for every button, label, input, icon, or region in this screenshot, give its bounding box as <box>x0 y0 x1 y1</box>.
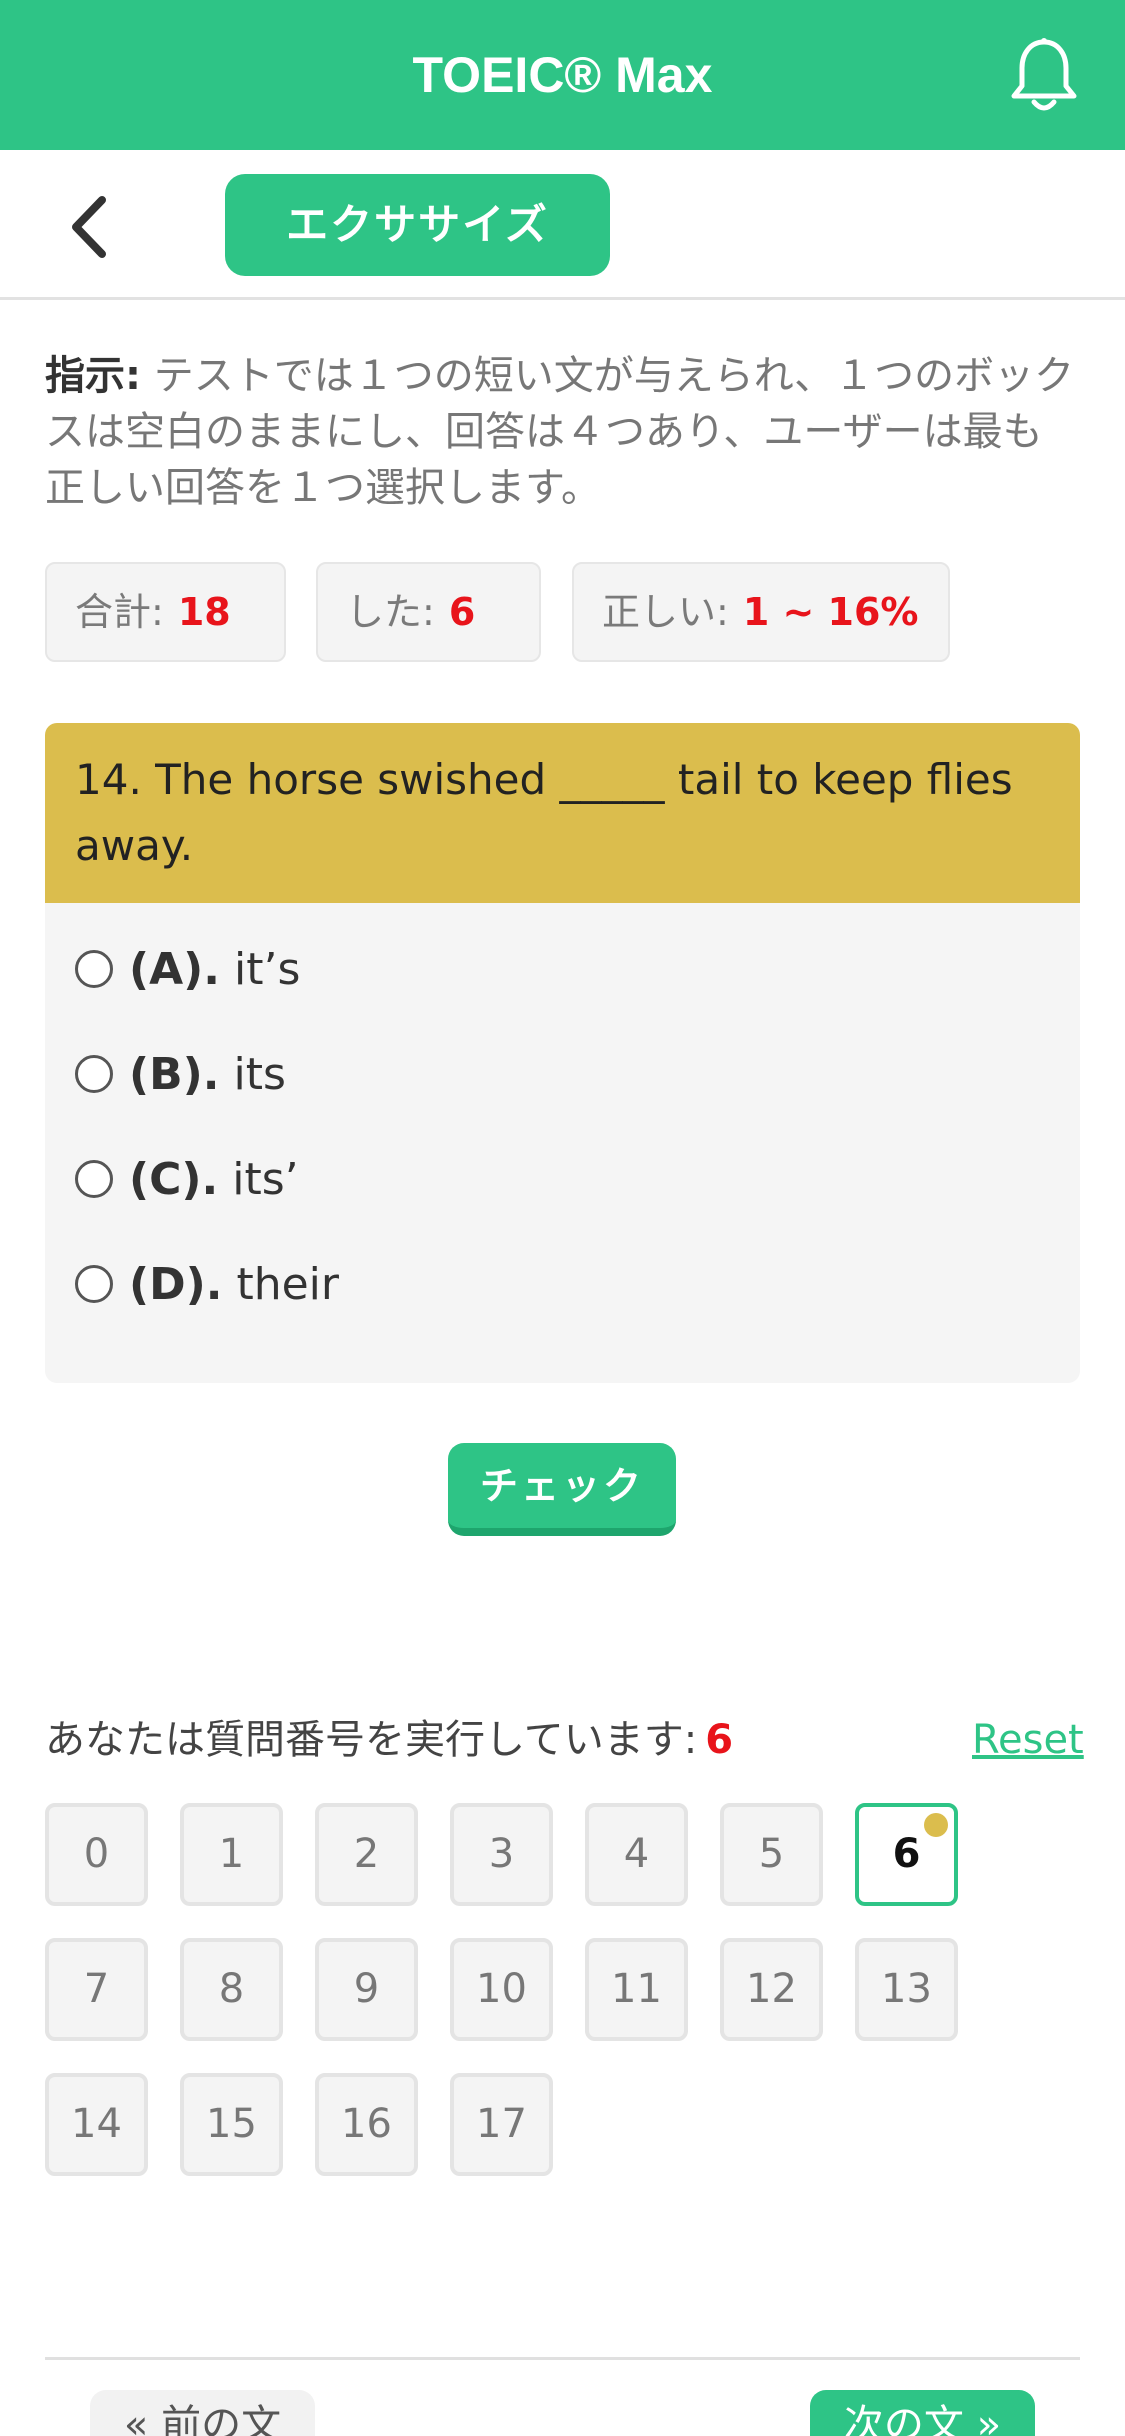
question-number-button[interactable]: 17 <box>450 2073 553 2176</box>
option-a[interactable]: (A). it’s <box>75 935 1055 1005</box>
question-number-button[interactable]: 10 <box>450 1938 553 2041</box>
question-number-button[interactable]: 11 <box>585 1938 688 2041</box>
app-title: TOEIC® Max <box>412 47 713 103</box>
question-number-button-current[interactable]: 6 <box>855 1803 958 1906</box>
option-d[interactable]: (D). their <box>75 1250 1055 1320</box>
option-letter: (D). <box>129 1259 223 1310</box>
instructions-text: 指示: テストでは１つの短い文が与えられ、１つのボックスは空白のままにし、回答は… <box>45 348 1080 516</box>
question-number-button[interactable]: 8 <box>180 1938 283 2041</box>
option-text: its <box>233 1049 286 1100</box>
previous-sentence-button[interactable]: « 前の文 <box>90 2390 315 2436</box>
reset-link[interactable]: Reset <box>972 1710 1084 1770</box>
stat-done-label: した: <box>346 590 435 634</box>
progress-label-text: あなたは質問番号を実行しています: <box>45 1717 698 1763</box>
question-number-button[interactable]: 4 <box>585 1803 688 1906</box>
stat-done: した: 6 <box>316 562 541 662</box>
stat-total-value: 18 <box>177 590 231 634</box>
option-letter: (A). <box>129 944 220 995</box>
question-number-button[interactable]: 13 <box>855 1938 958 2041</box>
app-screen: TOEIC® Max エクササイズ 指示: テストでは１つの短い文が与えられ、１… <box>0 0 1125 2436</box>
question-number-button[interactable]: 7 <box>45 1938 148 2041</box>
chevron-left-icon[interactable] <box>60 192 120 262</box>
question-number-button[interactable]: 5 <box>720 1803 823 1906</box>
instructions-label: 指示: <box>45 353 141 399</box>
next-sentence-button[interactable]: 次の文 » <box>810 2390 1035 2436</box>
progress-label: あなたは質問番号を実行しています: 6 <box>45 1710 733 1770</box>
question-number-button[interactable]: 15 <box>180 2073 283 2176</box>
question-number-button[interactable]: 14 <box>45 2073 148 2176</box>
radio-button[interactable] <box>75 1265 113 1303</box>
bell-icon[interactable] <box>1008 36 1080 116</box>
answer-options: (A). it’s (B). its (C). its’ (D). their <box>45 903 1080 1383</box>
question-number-label: 6 <box>892 1831 921 1877</box>
current-question-number: 6 <box>705 1717 734 1763</box>
stat-total-label: 合計: <box>75 590 164 634</box>
check-button[interactable]: チェック <box>448 1443 676 1536</box>
radio-button[interactable] <box>75 1055 113 1093</box>
stat-correct-value: 1 ~ 16% <box>742 590 919 634</box>
question-number-button[interactable]: 2 <box>315 1803 418 1906</box>
radio-button[interactable] <box>75 1160 113 1198</box>
question-number-button[interactable]: 9 <box>315 1938 418 2041</box>
option-text: their <box>236 1259 339 1310</box>
option-text: it’s <box>234 944 301 995</box>
stat-total: 合計: 18 <box>45 562 286 662</box>
indicator-dot <box>924 1813 948 1837</box>
stat-done-value: 6 <box>448 590 476 634</box>
option-c[interactable]: (C). its’ <box>75 1145 1055 1215</box>
question-number-button[interactable]: 0 <box>45 1803 148 1906</box>
question-number-button[interactable]: 1 <box>180 1803 283 1906</box>
option-b[interactable]: (B). its <box>75 1040 1055 1110</box>
option-letter: (B). <box>129 1049 220 1100</box>
app-header: TOEIC® Max <box>0 0 1125 150</box>
radio-button[interactable] <box>75 950 113 988</box>
tab-exercise[interactable]: エクササイズ <box>225 174 610 276</box>
stat-correct-label: 正しい: <box>602 590 729 634</box>
sub-navigation-bar: エクササイズ <box>0 150 1125 300</box>
footer-divider <box>45 2357 1080 2360</box>
instructions-body: テストでは１つの短い文が与えられ、１つのボックスは空白のままにし、回答は４つあり… <box>45 353 1075 511</box>
question-number-button[interactable]: 16 <box>315 2073 418 2176</box>
question-number-button[interactable]: 12 <box>720 1938 823 2041</box>
question-number-button[interactable]: 3 <box>450 1803 553 1906</box>
option-letter: (C). <box>129 1154 219 1205</box>
option-text: its’ <box>232 1154 299 1205</box>
stat-correct: 正しい: 1 ~ 16% <box>572 562 950 662</box>
question-text: 14. The horse swished _____ tail to keep… <box>45 723 1080 903</box>
